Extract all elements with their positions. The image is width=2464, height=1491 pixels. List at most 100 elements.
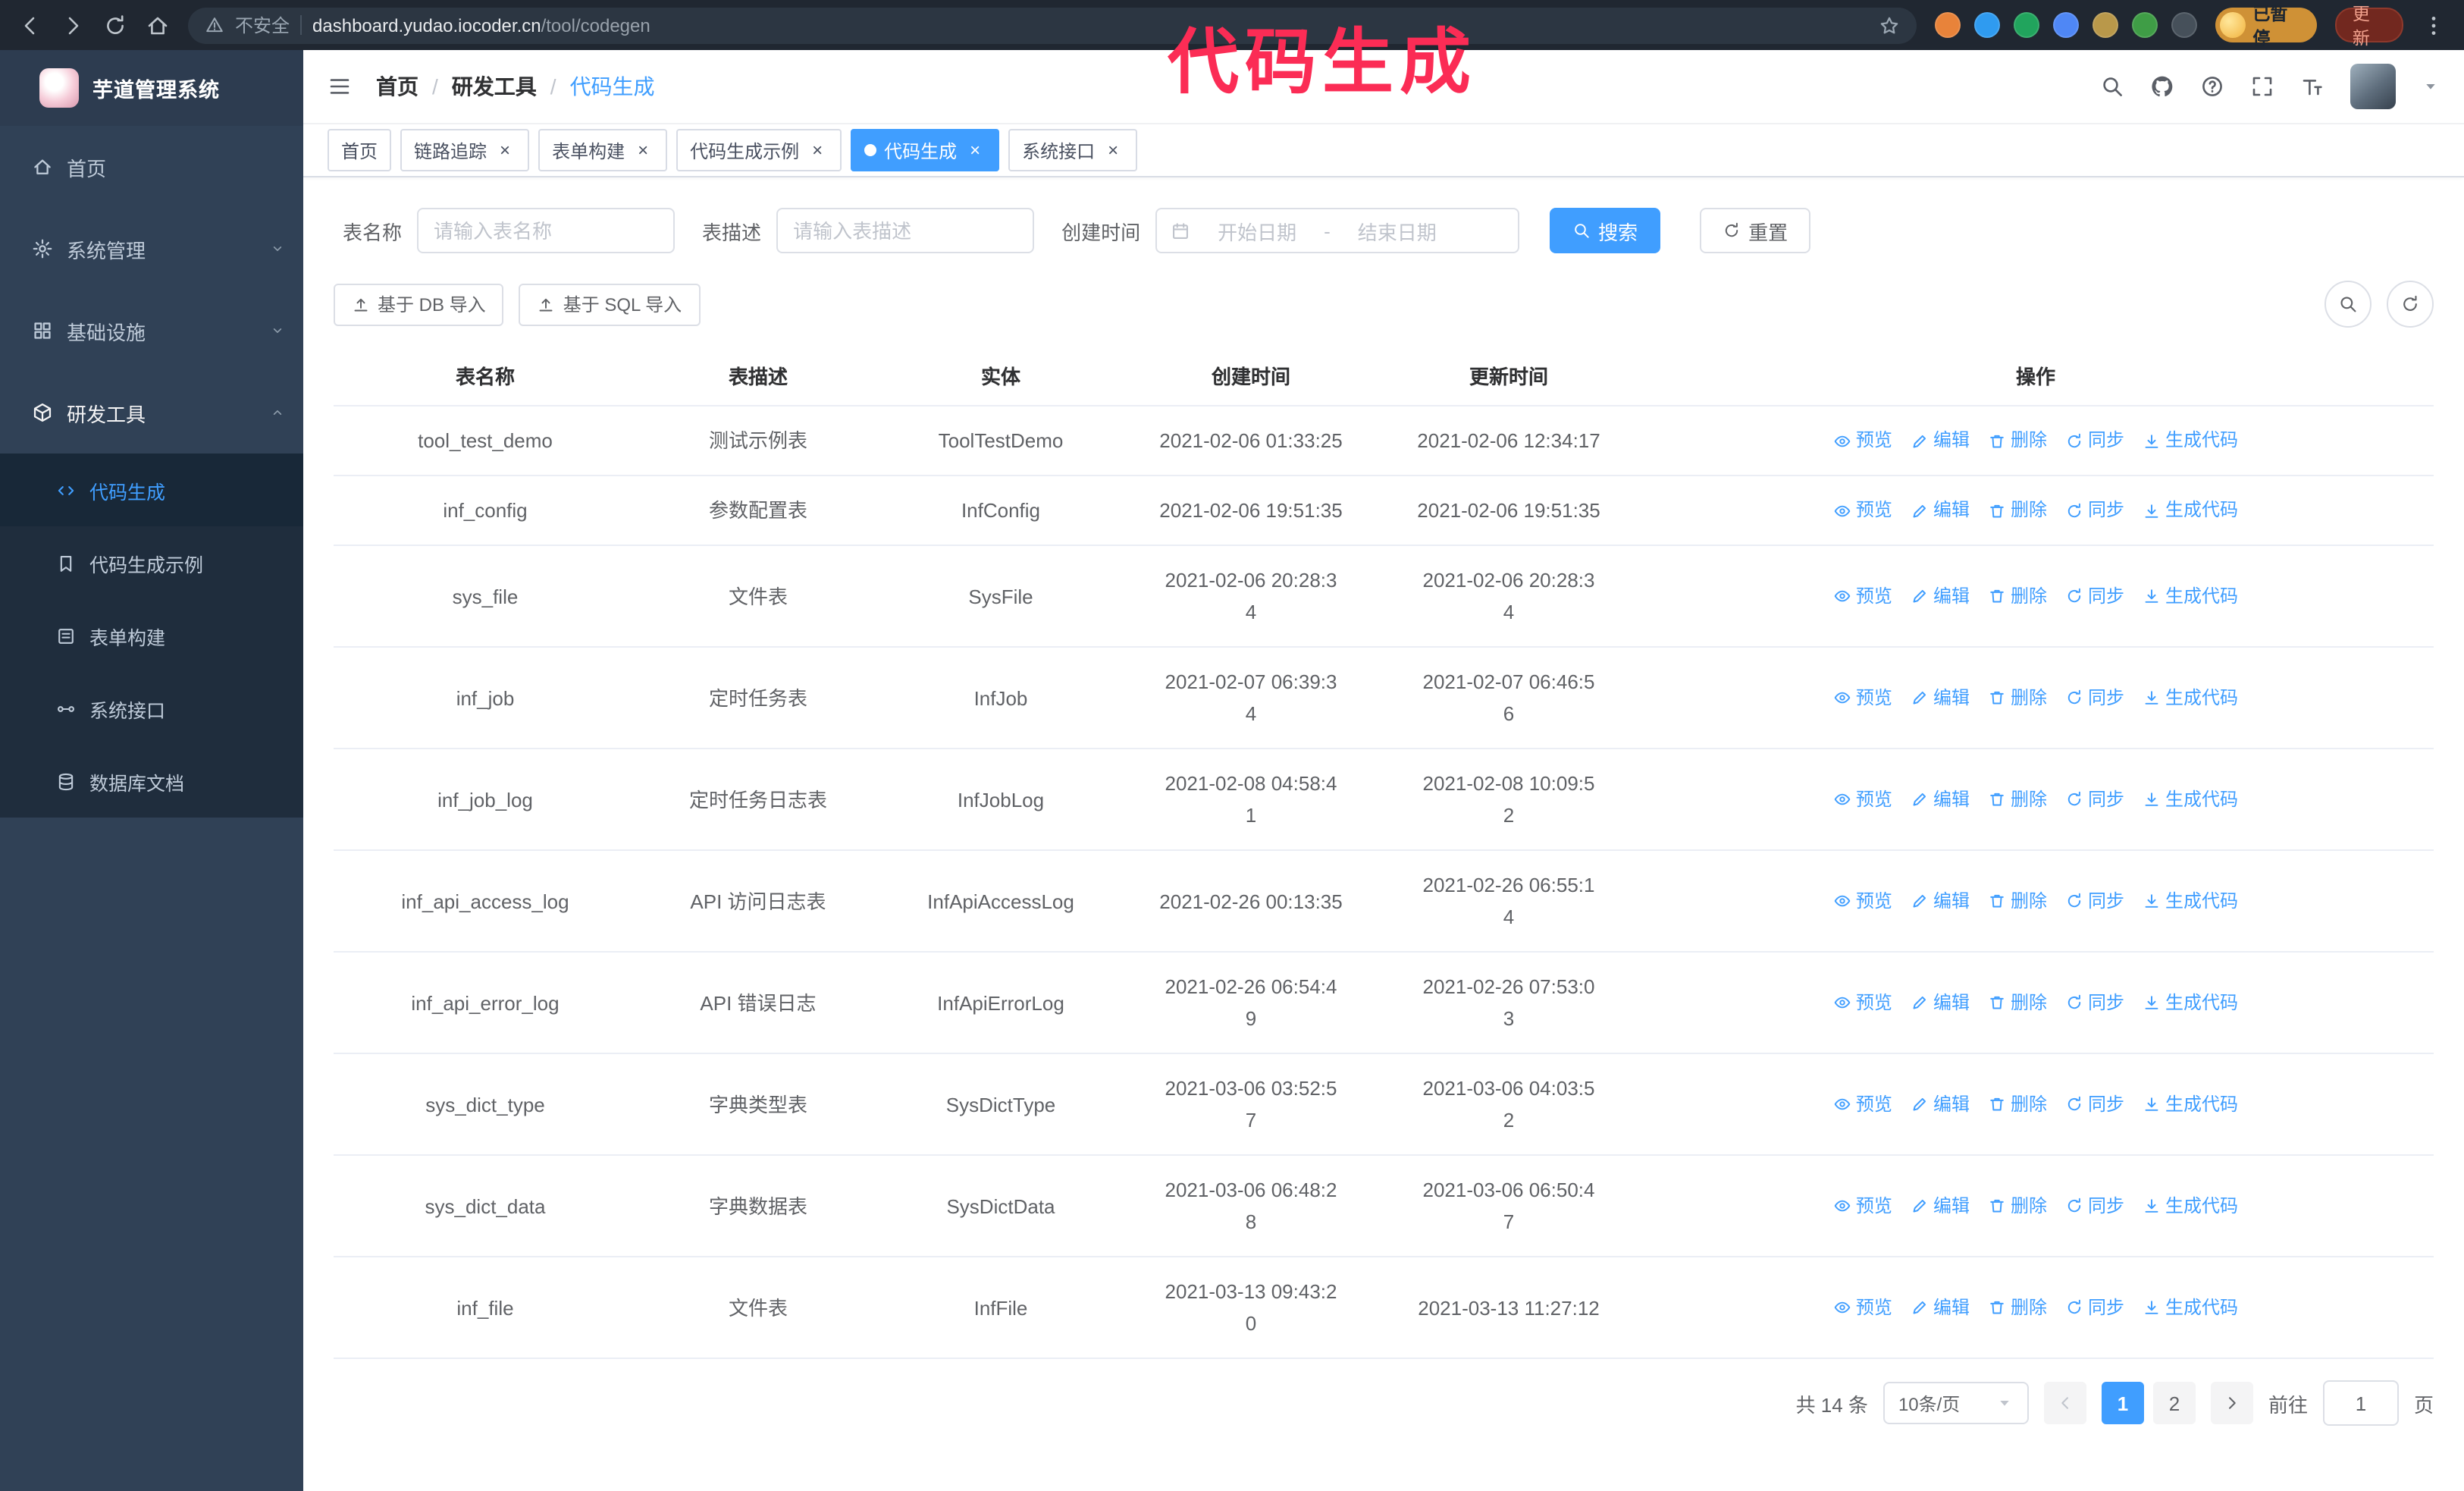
card-extension-icon[interactable]: [2093, 12, 2118, 38]
preview-link[interactable]: 预览: [1833, 494, 1892, 526]
update-button[interactable]: 更新: [2335, 5, 2403, 48]
tab-system-api[interactable]: 系统接口 ×: [1008, 129, 1138, 171]
prev-page-button[interactable]: [2043, 1382, 2086, 1424]
start-date-input[interactable]: 开始日期: [1199, 216, 1315, 245]
font-size-icon[interactable]: [2300, 74, 2324, 99]
edit-link[interactable]: 编辑: [1911, 580, 1970, 612]
people-extension-icon[interactable]: [2053, 12, 2079, 38]
tab-form-builder[interactable]: 表单构建 ×: [538, 129, 668, 171]
sidebar-item-form-builder[interactable]: 表单构建: [0, 599, 303, 672]
sync-link[interactable]: 同步: [2065, 1292, 2124, 1323]
edit-link[interactable]: 编辑: [1911, 494, 1970, 526]
delete-link[interactable]: 删除: [1988, 885, 2047, 917]
github-icon[interactable]: [2150, 74, 2174, 99]
preview-link[interactable]: 预览: [1833, 682, 1892, 714]
delete-link[interactable]: 删除: [1988, 425, 2047, 457]
page-size-select[interactable]: 10条/页: [1882, 1382, 2029, 1424]
toggle-search-button[interactable]: [2324, 281, 2372, 328]
profile-chip[interactable]: 已暂停: [2215, 5, 2318, 48]
leaf-extension-icon[interactable]: [2132, 12, 2158, 38]
hamburger-icon[interactable]: [328, 74, 352, 99]
search-button[interactable]: 搜索: [1550, 208, 1661, 253]
sync-link[interactable]: 同步: [2065, 580, 2124, 612]
sidebar-item-codegen-example[interactable]: 代码生成示例: [0, 526, 303, 599]
sync-link[interactable]: 同步: [2065, 987, 2124, 1019]
generate-code-link[interactable]: 生成代码: [2143, 580, 2238, 612]
breadcrumb-item[interactable]: 研发工具: [452, 71, 537, 102]
date-range-picker[interactable]: 开始日期 - 结束日期: [1155, 208, 1520, 253]
reload-icon[interactable]: [103, 13, 127, 37]
sync-link[interactable]: 同步: [2065, 1088, 2124, 1120]
import-sql-button[interactable]: 基于 SQL 导入: [519, 283, 701, 325]
generate-code-link[interactable]: 生成代码: [2143, 682, 2238, 714]
table-desc-input[interactable]: [776, 208, 1035, 253]
sync-link[interactable]: 同步: [2065, 682, 2124, 714]
preview-link[interactable]: 预览: [1833, 425, 1892, 457]
delete-link[interactable]: 删除: [1988, 580, 2047, 612]
delete-link[interactable]: 删除: [1988, 1088, 2047, 1120]
browser-home-icon[interactable]: [146, 13, 170, 37]
fullscreen-icon[interactable]: [2250, 74, 2274, 99]
generate-code-link[interactable]: 生成代码: [2143, 783, 2238, 815]
security-warning-icon[interactable]: [205, 15, 224, 35]
delete-link[interactable]: 删除: [1988, 682, 2047, 714]
preview-link[interactable]: 预览: [1833, 1190, 1892, 1222]
bookmark-star-icon[interactable]: [1879, 14, 1900, 36]
delete-link[interactable]: 删除: [1988, 1190, 2047, 1222]
forward-icon[interactable]: [61, 13, 85, 37]
check-extension-icon[interactable]: [2014, 12, 2039, 38]
reset-button[interactable]: 重置: [1700, 208, 1811, 253]
edit-link[interactable]: 编辑: [1911, 783, 1970, 815]
sidebar-item-codegen[interactable]: 代码生成: [0, 454, 303, 526]
sync-link[interactable]: 同步: [2065, 783, 2124, 815]
page-button-2[interactable]: 2: [2152, 1382, 2196, 1424]
drop-extension-icon[interactable]: [1974, 12, 2000, 38]
sidebar-item-db-doc[interactable]: 数据库文档: [0, 745, 303, 818]
preview-link[interactable]: 预览: [1833, 987, 1892, 1019]
sidebar-item-home[interactable]: 首页: [0, 126, 303, 208]
generate-code-link[interactable]: 生成代码: [2143, 1190, 2238, 1222]
end-date-input[interactable]: 结束日期: [1340, 216, 1455, 245]
address-bar[interactable]: 不安全 dashboard.yudao.iocoder.cn/tool/code…: [188, 7, 1917, 43]
goto-page-input[interactable]: [2322, 1380, 2399, 1426]
sync-link[interactable]: 同步: [2065, 425, 2124, 457]
sync-link[interactable]: 同步: [2065, 494, 2124, 526]
delete-link[interactable]: 删除: [1988, 987, 2047, 1019]
edit-link[interactable]: 编辑: [1911, 1292, 1970, 1323]
sync-link[interactable]: 同步: [2065, 885, 2124, 917]
sidebar-item-infra[interactable]: 基础设施: [0, 290, 303, 372]
edit-link[interactable]: 编辑: [1911, 885, 1970, 917]
edit-link[interactable]: 编辑: [1911, 1190, 1970, 1222]
sidebar-item-devtools[interactable]: 研发工具: [0, 372, 303, 454]
generate-code-link[interactable]: 生成代码: [2143, 987, 2238, 1019]
edit-link[interactable]: 编辑: [1911, 987, 1970, 1019]
preview-link[interactable]: 预览: [1833, 1292, 1892, 1323]
user-avatar[interactable]: [2350, 64, 2396, 109]
search-icon[interactable]: [2100, 74, 2124, 99]
refresh-table-button[interactable]: [2387, 281, 2434, 328]
sidebar-item-system[interactable]: 系统管理: [0, 208, 303, 290]
generate-code-link[interactable]: 生成代码: [2143, 1292, 2238, 1323]
import-db-button[interactable]: 基于 DB 导入: [334, 283, 504, 325]
sync-link[interactable]: 同步: [2065, 1190, 2124, 1222]
breadcrumb-item[interactable]: 首页: [376, 71, 419, 102]
sidebar-item-system-api[interactable]: 系统接口: [0, 672, 303, 745]
fox-extension-icon[interactable]: [1935, 12, 1961, 38]
app-logo[interactable]: 芋道管理系统: [0, 50, 303, 126]
edit-link[interactable]: 编辑: [1911, 682, 1970, 714]
tab-codegen-example[interactable]: 代码生成示例 ×: [676, 129, 842, 171]
close-icon[interactable]: ×: [494, 140, 516, 161]
page-button-1[interactable]: 1: [2101, 1382, 2144, 1424]
help-icon[interactable]: [2200, 74, 2224, 99]
close-icon[interactable]: ×: [964, 140, 986, 161]
close-icon[interactable]: ×: [1102, 140, 1124, 161]
pin-extension-icon[interactable]: [2171, 12, 2197, 38]
browser-menu-icon[interactable]: [2422, 13, 2446, 37]
generate-code-link[interactable]: 生成代码: [2143, 494, 2238, 526]
tab-codegen[interactable]: 代码生成 ×: [851, 129, 1000, 171]
preview-link[interactable]: 预览: [1833, 885, 1892, 917]
generate-code-link[interactable]: 生成代码: [2143, 885, 2238, 917]
preview-link[interactable]: 预览: [1833, 1088, 1892, 1120]
tab-trace[interactable]: 链路追踪 ×: [400, 129, 530, 171]
next-page-button[interactable]: [2210, 1382, 2253, 1424]
